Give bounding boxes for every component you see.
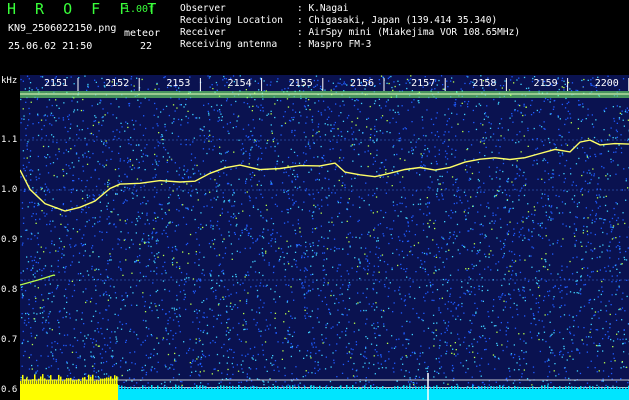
info-label-location: Receiving Location <box>180 15 283 26</box>
info-label-observer: Observer <box>180 3 226 14</box>
spectrogram-plot[interactable]: 2151 2152 2153 2154 2155 2156 2157 2158 2159 2200 <box>20 75 629 400</box>
time-label: 2157 <box>411 78 435 89</box>
info-value-observer: : K.Nagai <box>297 3 349 14</box>
time-label: 2159 <box>534 78 558 89</box>
info-label-antenna: Receiving antenna <box>180 39 278 50</box>
meteor-count: 22 <box>140 41 153 52</box>
frequency-tick-label: 1.0 <box>1 185 18 195</box>
bottom-band-left <box>20 384 118 400</box>
bottom-band-right <box>118 389 629 400</box>
info-value-receiver: : AirSpy mini (Miakejima VOR 108.65MHz) <box>297 27 521 38</box>
time-label: 2153 <box>166 78 190 89</box>
time-label: 2158 <box>472 78 496 89</box>
filename-label: KN9_2506022150.png <box>8 23 117 34</box>
frequency-tick-label: 0.7 <box>1 335 18 345</box>
time-label: 2155 <box>289 78 313 89</box>
time-label: 2151 <box>44 78 68 89</box>
info-value-antenna: : Maspro FM-3 <box>297 39 372 50</box>
spectrogram-background <box>20 75 629 400</box>
frequency-tick-label: 1.1 <box>1 135 18 145</box>
header-panel: H R O F F T 1.00f KN9_2506022150.png met… <box>0 0 629 75</box>
frequency-axis: kHz 1.1 1.0 0.9 0.8 0.7 0.6 <box>0 75 20 400</box>
frequency-tick-label: 0.6 <box>1 385 18 395</box>
time-label: 2154 <box>228 78 252 89</box>
time-label: 2152 <box>105 78 129 89</box>
time-label: 2200 <box>595 78 619 89</box>
frequency-unit-label: kHz <box>1 76 18 86</box>
info-label-receiver: Receiver <box>180 27 226 38</box>
info-value-location: : Chigasaki, Japan (139.414 35.340) <box>297 15 498 26</box>
meteor-label: meteor <box>124 28 161 39</box>
frequency-tick-label: 0.8 <box>1 285 18 295</box>
datetime-label: 25.06.02 21:50 <box>8 41 93 52</box>
version-label: 1.00f <box>124 4 155 15</box>
time-label: 2156 <box>350 78 374 89</box>
frequency-tick-label: 0.9 <box>1 235 18 245</box>
carrier-band <box>20 91 629 98</box>
